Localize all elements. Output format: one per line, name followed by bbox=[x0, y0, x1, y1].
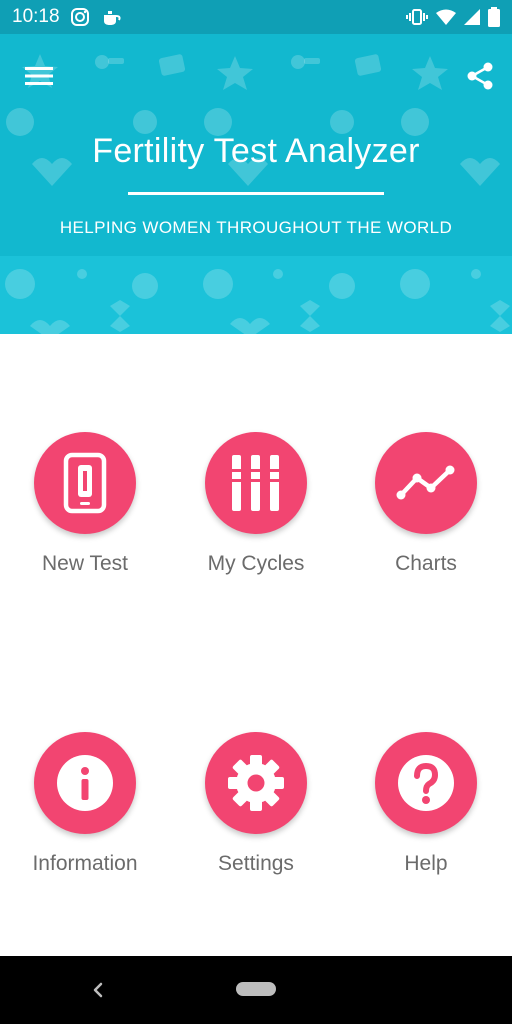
information-tile[interactable]: Information bbox=[5, 732, 165, 902]
app-subtitle: HELPING WOMEN THROUGHOUT THE WORLD bbox=[59, 218, 453, 237]
teapot-icon bbox=[100, 7, 122, 27]
information-button[interactable] bbox=[34, 732, 136, 834]
header-pattern bbox=[5, 54, 510, 334]
help-icon bbox=[398, 755, 454, 811]
information-label: Information bbox=[32, 852, 138, 875]
phone-test-icon bbox=[63, 452, 107, 514]
my-cycles-label: My Cycles bbox=[207, 552, 305, 575]
title-divider bbox=[128, 192, 384, 195]
status-left: 10:18 bbox=[12, 6, 122, 28]
home-button[interactable] bbox=[236, 982, 276, 996]
new-test-tile[interactable]: New Test bbox=[5, 432, 165, 602]
line-chart-icon bbox=[396, 465, 455, 500]
help-label: Help bbox=[404, 852, 448, 875]
gear-icon bbox=[228, 755, 284, 811]
wifi-icon bbox=[436, 9, 456, 25]
system-nav-bar bbox=[0, 956, 512, 1024]
test-strips-icon bbox=[232, 455, 279, 511]
instagram-icon bbox=[70, 7, 90, 27]
battery-icon bbox=[488, 7, 500, 27]
back-icon bbox=[93, 982, 103, 998]
app-title: Fertility Test Analyzer bbox=[92, 132, 420, 170]
help-button[interactable] bbox=[375, 732, 477, 834]
status-bar: 10:18 bbox=[0, 0, 512, 34]
status-time: 10:18 bbox=[12, 6, 60, 27]
charts-tile[interactable]: Charts bbox=[346, 432, 506, 602]
my-cycles-tile[interactable]: My Cycles bbox=[176, 432, 336, 602]
vibrate-icon bbox=[406, 8, 428, 26]
share-icon bbox=[467, 62, 493, 90]
help-tile[interactable]: Help bbox=[346, 732, 506, 902]
new-test-label: New Test bbox=[42, 552, 128, 575]
app-header: Fertility Test Analyzer HELPING WOMEN TH… bbox=[0, 34, 512, 334]
signal-icon bbox=[464, 9, 480, 25]
settings-label: Settings bbox=[218, 852, 294, 875]
settings-tile[interactable]: Settings bbox=[176, 732, 336, 902]
menu-icon bbox=[25, 67, 53, 85]
charts-label: Charts bbox=[395, 552, 457, 575]
my-cycles-button[interactable] bbox=[205, 432, 307, 534]
back-button[interactable] bbox=[86, 976, 110, 1004]
menu-button[interactable] bbox=[19, 56, 59, 96]
info-icon bbox=[57, 755, 113, 811]
charts-button[interactable] bbox=[375, 432, 477, 534]
share-button[interactable] bbox=[460, 56, 500, 96]
status-right bbox=[406, 7, 500, 27]
new-test-button[interactable] bbox=[34, 432, 136, 534]
settings-button[interactable] bbox=[205, 732, 307, 834]
